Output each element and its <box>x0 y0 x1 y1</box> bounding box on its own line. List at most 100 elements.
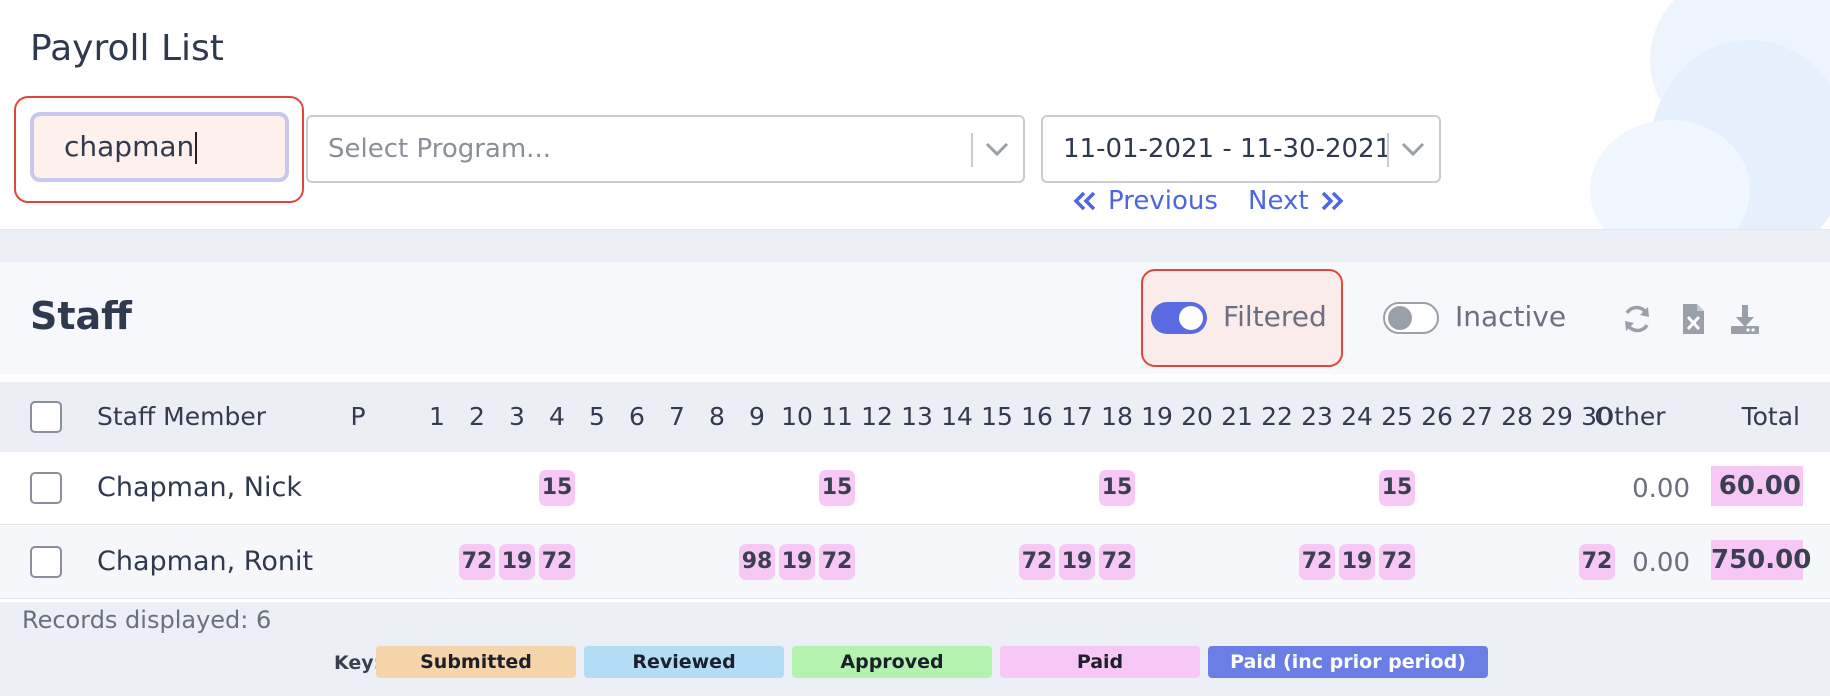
previous-period-link[interactable]: Previous <box>1072 186 1218 216</box>
staff-name[interactable]: Chapman, Ronit <box>97 546 313 577</box>
day-entry-badge[interactable]: 98 <box>739 544 775 580</box>
row-checkbox[interactable] <box>30 472 62 504</box>
key-item-approved: Approved <box>792 646 992 678</box>
date-range-select[interactable]: 11-01-2021 - 11-30-2021 <box>1041 115 1441 183</box>
text-caret <box>195 132 198 164</box>
select-separator <box>971 133 973 167</box>
day-entry-badge[interactable]: 15 <box>539 470 575 506</box>
column-day-27[interactable]: 27 <box>1457 402 1497 431</box>
day-entry-badge[interactable]: 19 <box>499 544 535 580</box>
select-separator <box>1387 133 1389 167</box>
column-day-6[interactable]: 6 <box>617 402 657 431</box>
previous-link-label: Previous <box>1108 186 1218 216</box>
column-day-15[interactable]: 15 <box>977 402 1017 431</box>
column-staff-member[interactable]: Staff Member <box>97 402 266 431</box>
table-header: Staff Member P 1 2 3 4 5 6 7 8 9 10 11 12 13 14 15 16 17… <box>0 382 1830 452</box>
total-value: 750.00 <box>1711 540 1811 580</box>
program-select-placeholder: Select Program... <box>328 134 551 164</box>
column-day-23[interactable]: 23 <box>1297 402 1337 431</box>
day-entry-badge[interactable]: 72 <box>1379 544 1415 580</box>
toggle-knob <box>1179 306 1203 330</box>
day-entry-badge[interactable]: 15 <box>1379 470 1415 506</box>
payroll-header-card: Payroll List chapman Select Program... 1… <box>0 0 1830 230</box>
other-value: 0.00 <box>1632 548 1690 578</box>
column-day-4[interactable]: 4 <box>537 402 577 431</box>
staff-name[interactable]: Chapman, Nick <box>97 472 302 503</box>
key-item-reviewed: Reviewed <box>584 646 784 678</box>
next-link-label: Next <box>1248 186 1309 216</box>
staff-card-header: Staff Filtered Inactive <box>0 262 1830 374</box>
column-day-17[interactable]: 17 <box>1057 402 1097 431</box>
key-item-submitted: Submitted <box>376 646 576 678</box>
day-entry-badge[interactable]: 72 <box>1299 544 1335 580</box>
next-period-link[interactable]: Next <box>1248 186 1345 216</box>
column-day-12[interactable]: 12 <box>857 402 897 431</box>
day-entry-badge[interactable]: 72 <box>1099 544 1135 580</box>
column-total[interactable]: Total <box>1714 402 1800 431</box>
double-chevron-right-icon <box>1321 191 1344 211</box>
day-entry-badge[interactable]: 15 <box>819 470 855 506</box>
column-day-8[interactable]: 8 <box>697 402 737 431</box>
chevron-down-icon[interactable] <box>1399 139 1427 159</box>
column-day-3[interactable]: 3 <box>497 402 537 431</box>
day-entry-badge[interactable]: 15 <box>1099 470 1135 506</box>
column-day-7[interactable]: 7 <box>657 402 697 431</box>
column-day-14[interactable]: 14 <box>937 402 977 431</box>
filtered-toggle-label: Filtered <box>1223 300 1327 333</box>
column-day-11[interactable]: 11 <box>817 402 857 431</box>
column-day-2[interactable]: 2 <box>457 402 497 431</box>
column-day-13[interactable]: 13 <box>897 402 937 431</box>
key-label: Key: <box>334 652 382 674</box>
column-day-28[interactable]: 28 <box>1497 402 1537 431</box>
column-day-25[interactable]: 25 <box>1377 402 1417 431</box>
date-range-value: 11-01-2021 - 11-30-2021 <box>1063 134 1392 164</box>
day-entry-badge[interactable]: 72 <box>459 544 495 580</box>
select-all-checkbox[interactable] <box>30 401 62 433</box>
column-day-26[interactable]: 26 <box>1417 402 1457 431</box>
day-entry-badge[interactable]: 19 <box>1339 544 1375 580</box>
column-day-22[interactable]: 22 <box>1257 402 1297 431</box>
chevron-down-icon[interactable] <box>983 139 1011 159</box>
inactive-toggle-label: Inactive <box>1455 300 1567 333</box>
search-input[interactable]: chapman <box>30 112 289 182</box>
excel-export-icon[interactable] <box>1676 302 1710 336</box>
column-day-19[interactable]: 19 <box>1137 402 1177 431</box>
column-other[interactable]: Other <box>1590 402 1670 431</box>
column-day-16[interactable]: 16 <box>1017 402 1057 431</box>
column-day-5[interactable]: 5 <box>577 402 617 431</box>
day-entry-badge[interactable]: 72 <box>1579 544 1615 580</box>
program-select[interactable]: Select Program... <box>306 115 1025 183</box>
column-day-18[interactable]: 18 <box>1097 402 1137 431</box>
double-chevron-left-icon <box>1073 191 1096 211</box>
day-entry-badge[interactable]: 72 <box>819 544 855 580</box>
filtered-toggle[interactable] <box>1151 302 1207 334</box>
day-entry-badge[interactable]: 72 <box>1019 544 1055 580</box>
inactive-toggle[interactable] <box>1383 302 1439 334</box>
column-day-9[interactable]: 9 <box>737 402 777 431</box>
key-item-paid-inc-prior-period: Paid (inc prior period) <box>1208 646 1488 678</box>
search-input-value: chapman <box>64 130 195 163</box>
key-item-paid: Paid <box>1000 646 1200 678</box>
other-value: 0.00 <box>1632 474 1690 504</box>
refresh-icon[interactable] <box>1620 302 1654 336</box>
table-row[interactable]: Chapman, Nick 15 15 15 15 0.00 60.00 <box>0 452 1830 525</box>
day-entry-badge[interactable]: 19 <box>1059 544 1095 580</box>
column-day-10[interactable]: 10 <box>777 402 817 431</box>
records-displayed: Records displayed: 6 <box>22 606 272 634</box>
column-day-24[interactable]: 24 <box>1337 402 1377 431</box>
day-entry-badge[interactable]: 72 <box>539 544 575 580</box>
column-day-21[interactable]: 21 <box>1217 402 1257 431</box>
toggle-knob <box>1388 306 1412 330</box>
column-day-20[interactable]: 20 <box>1177 402 1217 431</box>
staff-title: Staff <box>30 294 132 338</box>
column-day-1[interactable]: 1 <box>417 402 457 431</box>
page-title: Payroll List <box>30 28 224 69</box>
staff-card: Staff Filtered Inactive Staff Member P 1… <box>0 262 1830 602</box>
column-p[interactable]: P <box>346 402 370 431</box>
download-icon[interactable] <box>1728 302 1762 336</box>
total-value: 60.00 <box>1711 466 1803 506</box>
column-day-29[interactable]: 29 <box>1537 402 1577 431</box>
table-row[interactable]: Chapman, Ronit 72 19 72 98 19 72 72 19 72 72 19 72 7… <box>0 526 1830 599</box>
day-entry-badge[interactable]: 19 <box>779 544 815 580</box>
row-checkbox[interactable] <box>30 546 62 578</box>
